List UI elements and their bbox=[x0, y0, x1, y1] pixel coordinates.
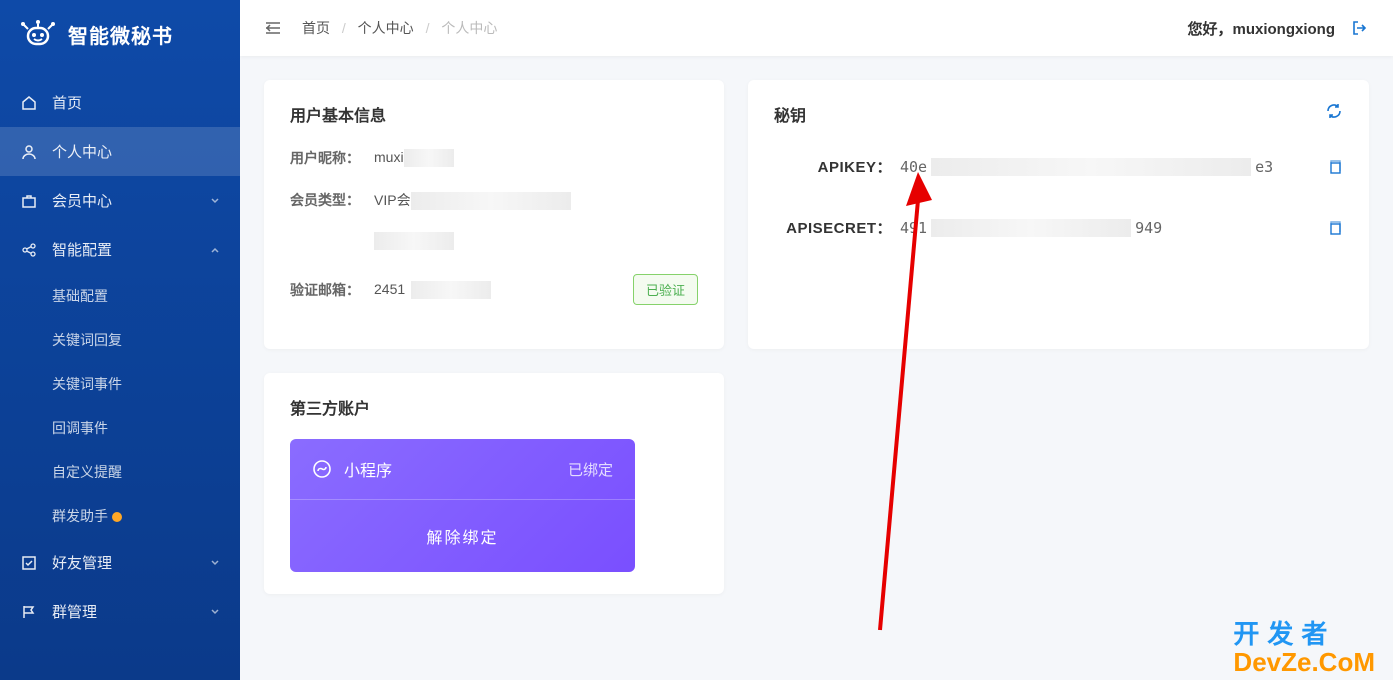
app-name: 智能微秘书 bbox=[68, 20, 173, 49]
share-icon bbox=[20, 241, 38, 259]
email-row: 验证邮箱： 2451 已验证 bbox=[290, 274, 698, 305]
third-party-title: 第三方账户 bbox=[290, 395, 698, 419]
apikey-row: APIKEY： 40ee3 bbox=[774, 156, 1343, 177]
user-info-title: 用户基本信息 bbox=[290, 102, 698, 126]
secret-title: 秘钥 bbox=[774, 102, 1343, 126]
sidebar-item-friends[interactable]: 好友管理 bbox=[0, 538, 240, 587]
sidebar-item-label: 智能配置 bbox=[52, 239, 112, 260]
miniapp-icon bbox=[312, 459, 332, 479]
badge-dot-icon bbox=[112, 512, 122, 522]
breadcrumb-current: 个人中心 bbox=[441, 20, 497, 36]
user-info-card: 用户基本信息 用户昵称： muxi 会员类型： VIP会 验证邮箱： 2451 … bbox=[264, 80, 724, 349]
miniapp-bind-box: 小程序 已绑定 解除绑定 bbox=[290, 439, 635, 572]
refresh-icon[interactable] bbox=[1325, 102, 1343, 120]
apisecret-row: APISECRET： 491949 bbox=[774, 217, 1343, 238]
sidebar-item-member[interactable]: 会员中心 bbox=[0, 176, 240, 225]
redacted-icon bbox=[411, 281, 491, 299]
copy-icon[interactable] bbox=[1327, 220, 1343, 236]
sidebar-item-label: 个人中心 bbox=[52, 141, 112, 162]
chevron-up-icon bbox=[210, 245, 220, 255]
redacted-icon bbox=[411, 192, 571, 210]
sidebar-sub-callback[interactable]: 回调事件 bbox=[0, 406, 240, 450]
miniapp-name: 小程序 bbox=[344, 457, 392, 481]
robot-icon bbox=[20, 16, 56, 52]
breadcrumb: 首页 / 个人中心 / 个人中心 bbox=[302, 18, 497, 38]
chevron-down-icon bbox=[210, 196, 220, 206]
breadcrumb-home[interactable]: 首页 bbox=[302, 20, 330, 36]
redacted-icon bbox=[931, 219, 1131, 237]
unbind-button[interactable]: 解除绑定 bbox=[290, 500, 635, 572]
sidebar-item-home[interactable]: 首页 bbox=[0, 78, 240, 127]
third-party-card: 第三方账户 小程序 已绑定 解除绑定 bbox=[264, 373, 724, 594]
verified-badge: 已验证 bbox=[633, 274, 698, 305]
sidebar-item-label: 首页 bbox=[52, 92, 82, 113]
chevron-down-icon bbox=[210, 607, 220, 617]
sidebar-sub-basic[interactable]: 基础配置 bbox=[0, 274, 240, 318]
nav: 首页 个人中心 会员中心 智能配置 基础配置 关键词回复 关键词事件 回调事件 … bbox=[0, 78, 240, 636]
copy-icon[interactable] bbox=[1327, 159, 1343, 175]
sidebar-sub-custom-remind[interactable]: 自定义提醒 bbox=[0, 450, 240, 494]
user-icon bbox=[20, 143, 38, 161]
breadcrumb-section[interactable]: 个人中心 bbox=[358, 20, 414, 36]
sidebar: 智能微秘书 首页 个人中心 会员中心 智能配置 基础配置 关键词回复 关键词事件… bbox=[0, 0, 240, 680]
header: 首页 / 个人中心 / 个人中心 您好，muxiongxiong bbox=[240, 0, 1393, 56]
check-square-icon bbox=[20, 554, 38, 572]
sidebar-sub-mass-helper[interactable]: 群发助手 bbox=[0, 494, 240, 538]
sidebar-item-groups[interactable]: 群管理 bbox=[0, 587, 240, 636]
home-icon bbox=[20, 94, 38, 112]
flag-icon bbox=[20, 603, 38, 621]
redacted-icon bbox=[931, 158, 1251, 176]
sidebar-item-profile[interactable]: 个人中心 bbox=[0, 127, 240, 176]
main: 用户基本信息 用户昵称： muxi 会员类型： VIP会 验证邮箱： 2451 … bbox=[240, 56, 1393, 680]
sidebar-item-label: 群管理 bbox=[52, 601, 97, 622]
sidebar-item-label: 会员中心 bbox=[52, 190, 112, 211]
briefcase-icon bbox=[20, 192, 38, 210]
sidebar-sub-keyword-event[interactable]: 关键词事件 bbox=[0, 362, 240, 406]
member-type-row: 会员类型： VIP会 bbox=[290, 190, 698, 210]
chevron-down-icon bbox=[210, 558, 220, 568]
nickname-row: 用户昵称： muxi bbox=[290, 148, 698, 168]
greeting: 您好，muxiongxiong bbox=[1187, 18, 1335, 39]
redacted-icon bbox=[374, 232, 454, 250]
logout-icon[interactable] bbox=[1351, 19, 1369, 37]
bind-status: 已绑定 bbox=[568, 459, 613, 480]
sidebar-item-smart[interactable]: 智能配置 bbox=[0, 225, 240, 274]
sidebar-sub-keyword-reply[interactable]: 关键词回复 bbox=[0, 318, 240, 362]
redacted-icon bbox=[404, 149, 454, 167]
secret-card: 秘钥 APIKEY： 40ee3 APISECRET： 491949 bbox=[748, 80, 1369, 349]
logo[interactable]: 智能微秘书 bbox=[0, 0, 240, 68]
collapse-icon[interactable] bbox=[264, 19, 282, 37]
sidebar-item-label: 好友管理 bbox=[52, 552, 112, 573]
